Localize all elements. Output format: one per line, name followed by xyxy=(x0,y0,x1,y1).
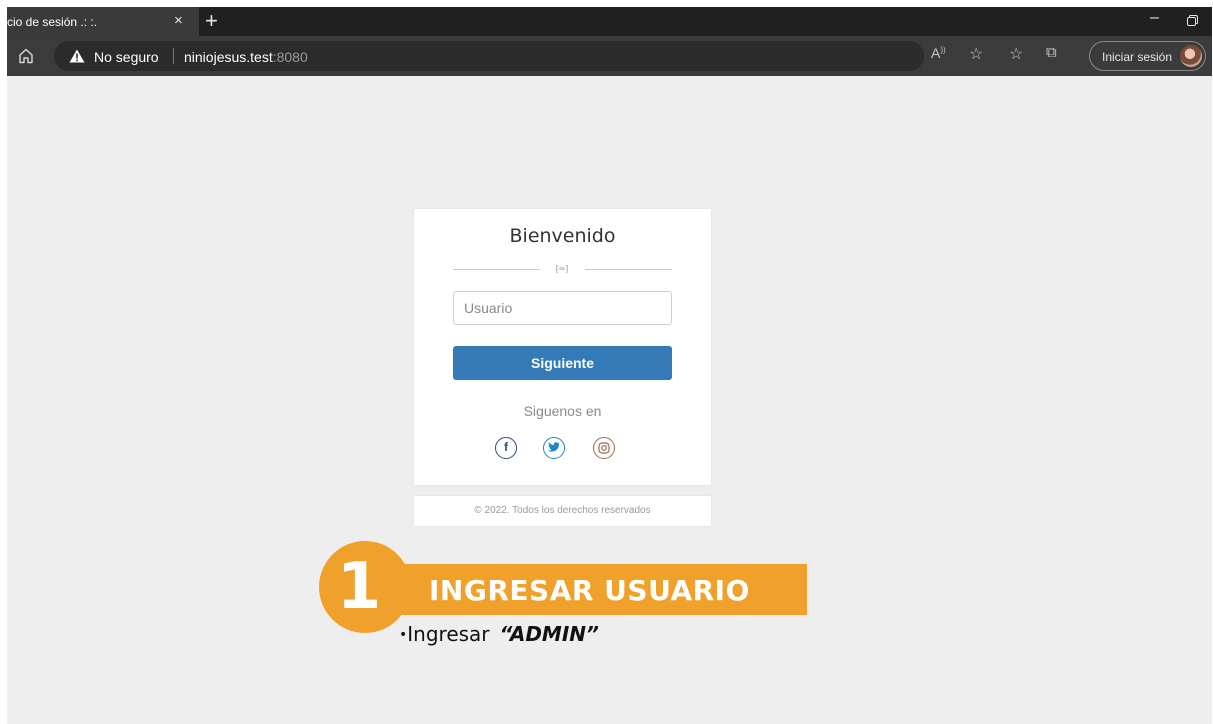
signin-label: Iniciar sesión xyxy=(1102,50,1173,64)
tab-title: cio de sesión .: :. xyxy=(7,15,98,29)
url-port: :8080 xyxy=(272,49,308,65)
read-aloud-icon[interactable]: A)) xyxy=(931,45,946,61)
url-text[interactable]: niniojesus.test:8080 xyxy=(184,49,308,65)
footer-card: © 2022. Todos los derechos reservados xyxy=(414,496,711,526)
copyright-text: © 2022. Todos los derechos reservados xyxy=(474,505,651,516)
instagram-icon[interactable] xyxy=(593,437,615,459)
warning-icon[interactable] xyxy=(69,49,85,63)
minimize-button[interactable]: – xyxy=(1150,9,1159,27)
address-bar[interactable]: No seguro niniojesus.test:8080 xyxy=(54,41,924,71)
twitter-icon[interactable] xyxy=(543,437,565,459)
next-button[interactable]: Siguiente xyxy=(453,346,672,380)
username-input[interactable] xyxy=(453,291,672,325)
address-separator xyxy=(173,48,174,64)
url-host: niniojesus.test xyxy=(184,49,273,65)
step-note: •Ingresar “ADMIN” xyxy=(399,622,599,646)
browser-window: cio de sesión .: :. × + – No seguro nini… xyxy=(7,7,1212,724)
step-note-value: “ADMIN” xyxy=(499,622,599,646)
login-title: Bienvenido xyxy=(509,225,616,247)
security-label[interactable]: No seguro xyxy=(94,49,159,65)
collections-icon[interactable]: ⧉ xyxy=(1046,44,1057,61)
login-card: Bienvenido [∞] Siguiente Siguenos en f xyxy=(414,209,711,485)
signin-button[interactable]: Iniciar sesión xyxy=(1089,41,1206,71)
home-icon[interactable] xyxy=(16,46,36,66)
step-note-prefix: Ingresar xyxy=(407,622,490,646)
add-favorite-icon[interactable]: ☆ xyxy=(969,44,983,64)
facebook-icon[interactable]: f xyxy=(495,437,517,459)
new-tab-button[interactable]: + xyxy=(205,8,218,34)
follow-us-label: Siguenos en xyxy=(523,403,602,419)
avatar[interactable] xyxy=(1180,45,1202,67)
tab-login[interactable]: cio de sesión .: :. × xyxy=(7,7,199,36)
tab-strip: cio de sesión .: :. × + – xyxy=(7,7,1212,36)
divider-right xyxy=(585,269,672,270)
step-title: INGRESAR USUARIO xyxy=(429,574,750,607)
restore-icon[interactable] xyxy=(1187,15,1198,26)
tab-close-button[interactable]: × xyxy=(174,12,183,29)
favorites-icon[interactable]: ☆ xyxy=(1009,44,1023,64)
step-number: 1 xyxy=(336,550,382,624)
address-toolbar: No seguro niniojesus.test:8080 A)) ☆ ☆ ⧉… xyxy=(7,36,1212,76)
